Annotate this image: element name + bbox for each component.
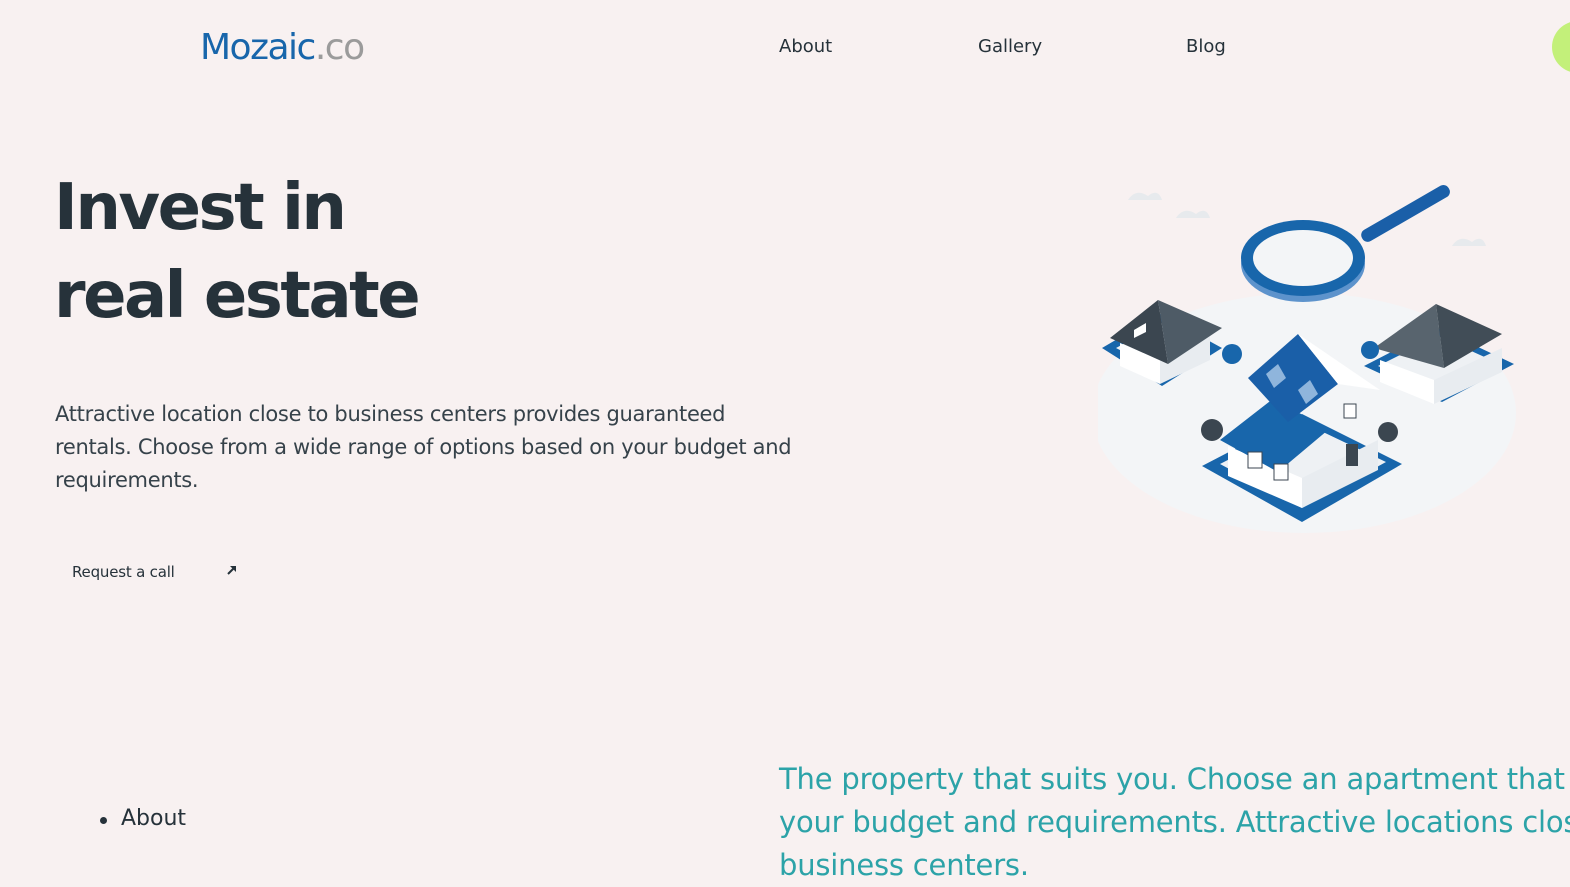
hero-description: Attractive location close to business ce… xyxy=(55,402,792,492)
request-call-button[interactable]: Request a call xyxy=(60,553,250,591)
hero-title-line-2: real estate xyxy=(54,259,421,333)
logo-brand: Mozaic xyxy=(200,27,316,68)
arrow-up-right-icon xyxy=(227,566,236,575)
hero-title: Invest in real estate xyxy=(54,164,421,340)
nav-link-gallery[interactable]: Gallery xyxy=(978,36,1042,57)
logo[interactable]: Mozaic.co xyxy=(200,27,365,68)
nav-link-blog[interactable]: Blog xyxy=(1186,36,1226,57)
logo-tld: .co xyxy=(314,27,365,68)
request-call-label: Request a call xyxy=(72,563,175,581)
nav-link-about[interactable]: About xyxy=(779,36,832,57)
tagline: The property that suits you. Choose an a… xyxy=(779,762,1570,882)
footer-nav-list: About xyxy=(100,806,186,831)
menu-circle-button[interactable] xyxy=(1552,21,1570,73)
footer-link-about[interactable]: About xyxy=(100,806,186,831)
hero-title-line-1: Invest in xyxy=(54,171,347,245)
houses-magnifier-illustration xyxy=(1098,185,1516,533)
